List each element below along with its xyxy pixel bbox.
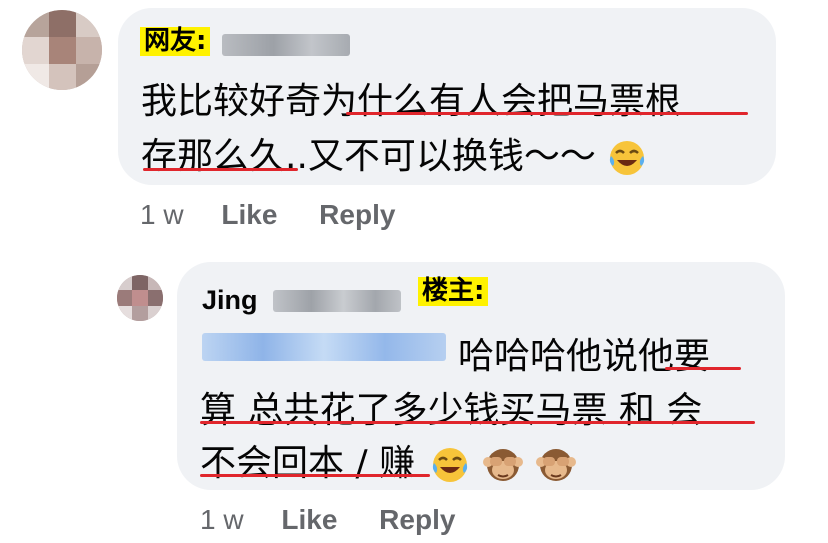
reply-meta: 1 w Like Reply	[200, 504, 455, 536]
reply-timestamp[interactable]: 1 w	[200, 504, 244, 535]
text-underline	[665, 367, 741, 370]
text-underline	[143, 168, 298, 171]
reply-text-line-2: 算 总共花了多少钱买马票 和 会	[200, 390, 703, 431]
text-underline	[346, 112, 748, 115]
comment-text-line-1: 我比较好奇为什么有人会把马票根	[141, 81, 682, 122]
reply-text-line-1: 哈哈哈他说他要	[458, 336, 711, 377]
like-button[interactable]: Like	[281, 504, 337, 535]
text-underline	[200, 474, 430, 477]
reply-text-line-3-text: 不会回本 / 赚	[200, 443, 416, 484]
text-underline	[200, 421, 755, 424]
blurred-author-surname[interactable]	[273, 290, 401, 312]
see-no-evil-monkey-icon	[482, 449, 523, 481]
commenter-avatar[interactable]	[22, 10, 102, 90]
reply-button[interactable]: Reply	[319, 199, 395, 230]
original-poster-tag: 楼主:	[418, 277, 489, 306]
face-with-tears-of-joy-icon	[433, 448, 468, 482]
reply-text-line-3: 不会回本 / 赚	[200, 434, 577, 486]
blurred-mention-tag[interactable]	[202, 333, 446, 361]
comment-timestamp[interactable]: 1 w	[140, 199, 184, 230]
blurred-commenter-name[interactable]	[222, 34, 350, 56]
reply-author-avatar[interactable]	[117, 275, 163, 321]
like-button[interactable]: Like	[221, 199, 277, 230]
commenter-tag: 网友:	[140, 27, 211, 56]
reply-author-name[interactable]: Jing	[202, 285, 258, 316]
comment-meta: 1 w Like Reply	[140, 199, 395, 231]
reply-button[interactable]: Reply	[379, 504, 455, 535]
face-with-tears-of-joy-icon	[610, 141, 645, 175]
comment-text-line-2: 存那么久..又不可以换钱～～	[141, 127, 647, 179]
see-no-evil-monkey-icon	[536, 449, 577, 481]
